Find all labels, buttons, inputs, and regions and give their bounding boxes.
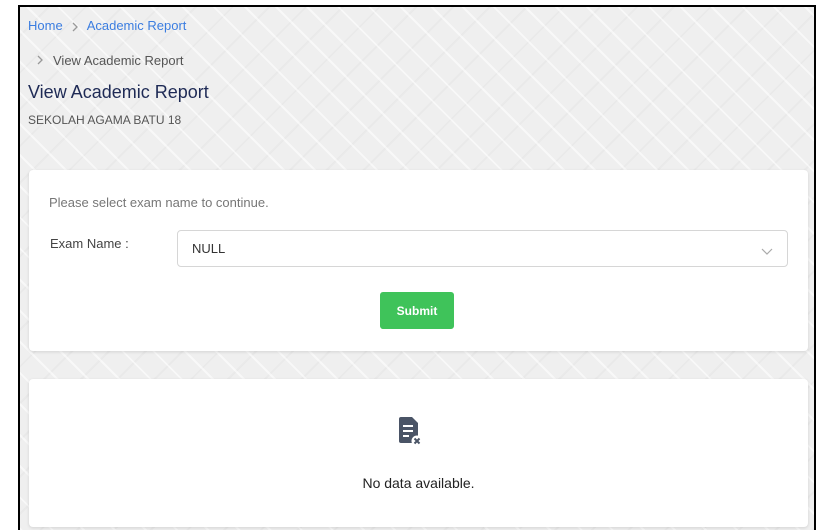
instruction-text: Please select exam name to continue.: [49, 195, 269, 210]
breadcrumb-current: View Academic Report: [36, 53, 184, 68]
breadcrumb-home-link[interactable]: Home: [28, 17, 63, 35]
chevron-right-icon: [71, 22, 79, 32]
app-frame: Home Academic Report View Academic Repor…: [18, 5, 816, 530]
breadcrumb: Home Academic Report: [28, 17, 186, 35]
exam-name-label: Exam Name :: [50, 236, 129, 251]
chevron-down-icon: [761, 244, 773, 255]
chevron-right-icon: [36, 53, 44, 68]
results-card: No data available.: [29, 379, 808, 527]
breadcrumb-academic-report-link[interactable]: Academic Report: [87, 17, 187, 35]
exam-select-card: Please select exam name to continue. Exa…: [29, 170, 808, 351]
exam-name-select[interactable]: NULL: [177, 230, 788, 267]
no-data-icon: [398, 417, 423, 447]
no-data-message: No data available.: [362, 475, 475, 491]
breadcrumb-view-academic-report: View Academic Report: [53, 53, 184, 68]
exam-name-selected-value: NULL: [192, 241, 226, 256]
page-title: View Academic Report: [28, 82, 209, 102]
submit-button[interactable]: Submit: [380, 292, 454, 329]
school-name: SEKOLAH AGAMA BATU 18: [28, 113, 182, 127]
